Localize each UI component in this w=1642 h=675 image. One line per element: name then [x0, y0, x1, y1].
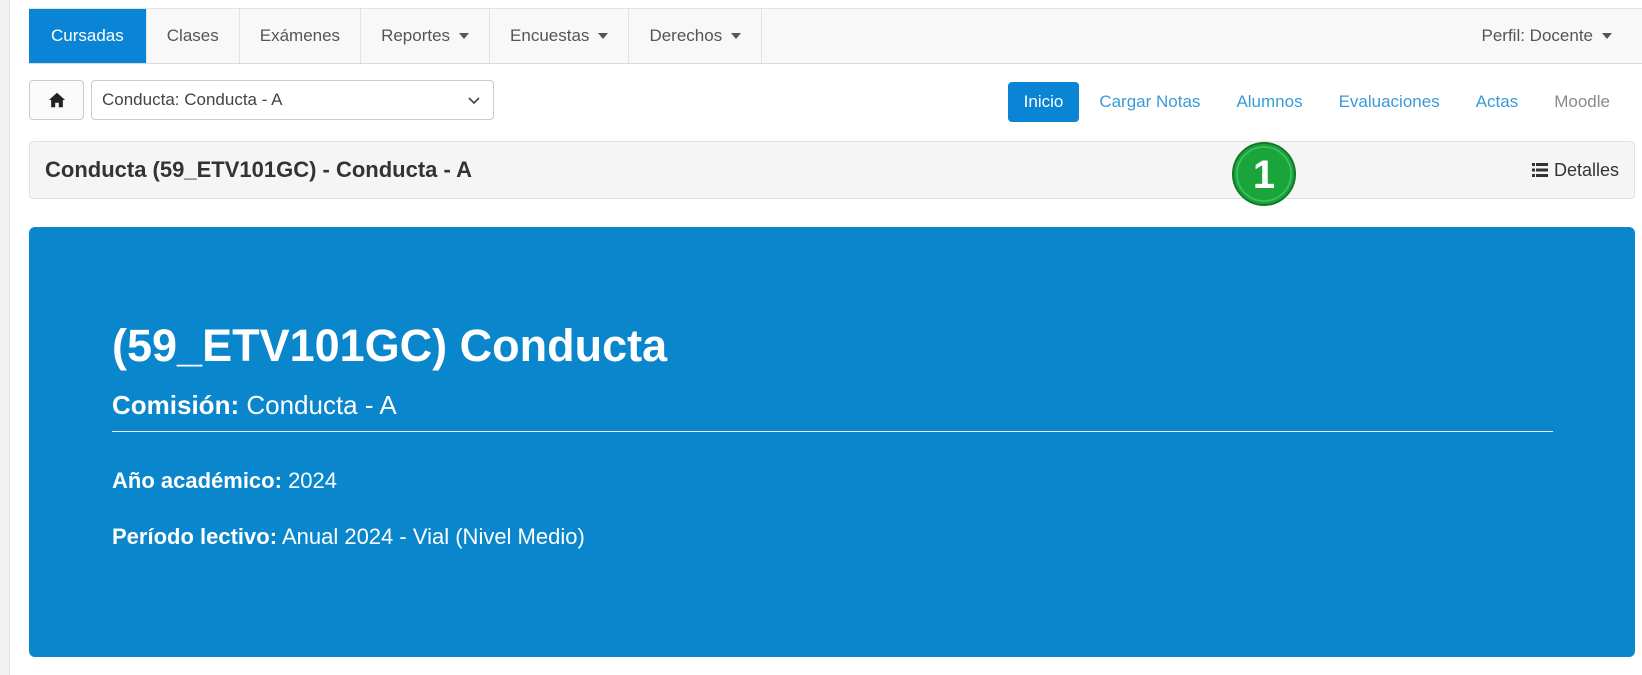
course-title-bar: Conducta (59_ETV101GC) - Conducta - A De… — [29, 141, 1635, 199]
list-icon — [1531, 163, 1548, 177]
pill-actas[interactable]: Actas — [1458, 82, 1537, 122]
nav-reportes-label: Reportes — [381, 26, 451, 45]
nav-reportes[interactable]: Reportes — [361, 9, 491, 63]
comision-line: Comisión: Conducta - A — [112, 390, 1553, 432]
pill-evaluaciones[interactable]: Evaluaciones — [1321, 82, 1458, 122]
course-select[interactable]: Conducta: Conducta - A — [91, 80, 494, 120]
step-number: 1 — [1253, 153, 1275, 197]
pill-inicio[interactable]: Inicio — [1007, 82, 1080, 122]
course-select-value: Conducta: Conducta - A — [102, 90, 283, 109]
anio-value: 2024 — [288, 468, 338, 493]
course-nav-pills: Inicio Cargar Notas Alumnos Evaluaciones… — [1007, 82, 1628, 122]
left-edge-strip — [0, 0, 10, 675]
course-heading: (59_ETV101GC) Conducta — [112, 320, 668, 371]
nav-encuestas-label: Encuestas — [510, 26, 590, 45]
periodo-value: Anual 2024 - Vial (Nivel Medio) — [281, 524, 585, 549]
comision-value: Conducta - A — [246, 390, 397, 420]
caret-down-icon — [731, 33, 742, 39]
profile-label: Perfil: Docente — [1481, 26, 1594, 45]
nav-clases-label: Clases — [166, 26, 219, 45]
home-button[interactable] — [29, 80, 84, 120]
caret-down-icon — [598, 33, 609, 39]
main-navbar: Cursadas Clases Exámenes Reportes Encues… — [29, 8, 1642, 64]
nav-cursadas[interactable]: Cursadas — [29, 9, 147, 63]
nav-encuestas[interactable]: Encuestas — [490, 9, 630, 63]
comision-label: Comisión: — [112, 390, 240, 420]
caret-down-icon — [459, 33, 470, 39]
nav-examenes-label: Exámenes — [259, 26, 341, 45]
nav-examenes[interactable]: Exámenes — [240, 9, 362, 63]
nav-derechos[interactable]: Derechos — [629, 9, 763, 63]
pill-moodle[interactable]: Moodle — [1536, 82, 1628, 122]
anio-label: Año académico: — [112, 468, 282, 493]
details-label: Detalles — [1553, 159, 1619, 180]
pill-alumnos[interactable]: Alumnos — [1218, 82, 1320, 122]
course-jumbotron: (59_ETV101GC) Conducta Comisión: Conduct… — [29, 227, 1635, 657]
anio-academico-line: Año académico: 2024 — [112, 468, 1553, 494]
nav-clases[interactable]: Clases — [147, 9, 240, 63]
periodo-label: Período lectivo: — [112, 524, 278, 549]
nav-cursadas-label: Cursadas — [51, 26, 124, 45]
home-icon — [48, 92, 65, 108]
pill-cargar-notas[interactable]: Cargar Notas — [1081, 82, 1218, 122]
step-number-badge-icon: 1 — [1232, 142, 1296, 206]
chevron-down-icon — [468, 97, 480, 105]
caret-down-icon — [1602, 33, 1612, 39]
nav-derechos-label: Derechos — [649, 26, 723, 45]
details-button[interactable]: Detalles — [1531, 159, 1619, 181]
page-title: Conducta (59_ETV101GC) - Conducta - A — [45, 157, 473, 182]
periodo-lectivo-line: Período lectivo: Anual 2024 - Vial (Nive… — [112, 524, 1553, 550]
profile-menu[interactable]: Perfil: Docente — [1462, 9, 1642, 63]
